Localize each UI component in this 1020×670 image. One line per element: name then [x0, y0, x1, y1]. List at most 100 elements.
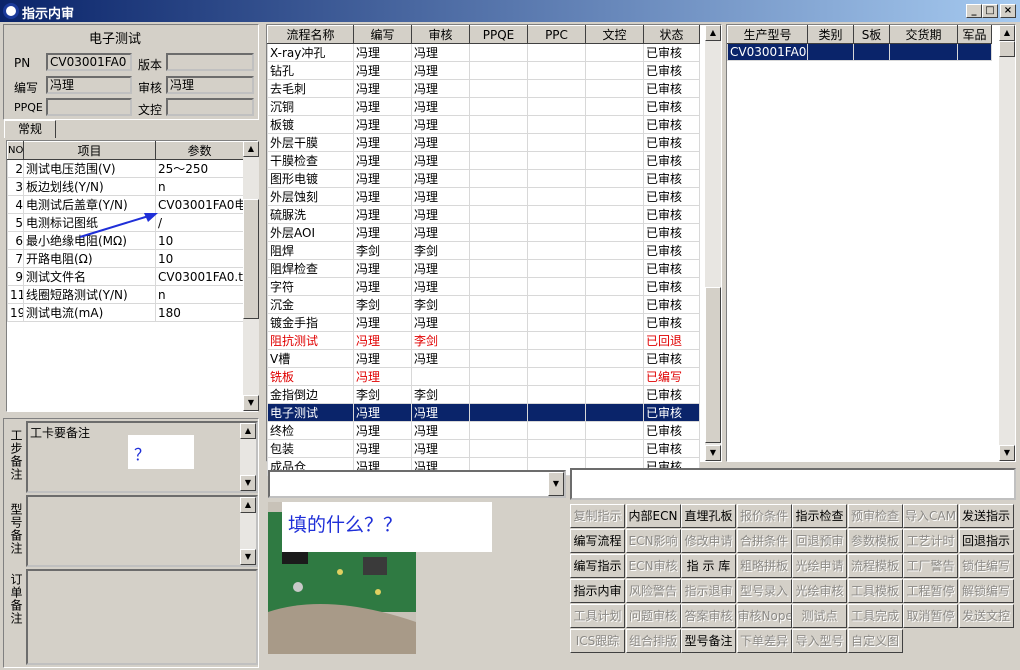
action-button[interactable]: 预审检查 [847, 504, 903, 528]
col-header-author[interactable]: 编写 [353, 25, 412, 44]
action-button[interactable]: 内部ECN [625, 504, 681, 528]
production-scrollbar[interactable]: ▲ ▼ [999, 25, 1015, 461]
col-header-s-board[interactable]: S板 [853, 25, 890, 44]
chevron-down-icon[interactable]: ▼ [548, 472, 564, 496]
action-button[interactable]: 自定义图 [847, 629, 903, 653]
action-button[interactable]: 指示检查 [792, 504, 847, 528]
action-button[interactable]: ECN影响 [625, 529, 681, 553]
action-button[interactable]: 发送指示 [958, 504, 1014, 528]
action-button[interactable]: ECN审核 [625, 554, 681, 578]
table-row[interactable]: 干膜检查 冯理 冯理 已审核 [267, 151, 700, 170]
action-button[interactable]: 流程模板 [847, 554, 903, 578]
action-button[interactable]: 答案审核 [681, 604, 736, 628]
action-button[interactable]: 复制指示 [570, 504, 625, 528]
col-header-ppqe[interactable]: PPQE [469, 25, 528, 44]
table-row[interactable]: 9测试文件名CV03001FA0.tgz [7, 267, 244, 286]
order-notes-field[interactable] [26, 569, 258, 665]
scroll-up-icon[interactable]: ▲ [240, 423, 256, 439]
action-button[interactable]: 指示内审 [570, 579, 625, 603]
flow-scrollbar[interactable]: ▲ ▼ [705, 25, 721, 461]
scroll-down-icon[interactable]: ▼ [243, 395, 259, 411]
table-row[interactable]: V槽 冯理 冯理 已审核 [267, 349, 700, 368]
model-notes-field[interactable]: ▲ ▼ [26, 495, 258, 567]
table-row[interactable]: 2 测试电压范围(V) 25～250 [7, 159, 244, 178]
minimize-button[interactable]: _ [966, 4, 982, 18]
col-header-no[interactable]: NO [7, 141, 24, 160]
col-header-status[interactable]: 状态 [643, 25, 700, 44]
col-header-reviewer[interactable]: 审核 [411, 25, 470, 44]
pn-field[interactable]: CV03001FA0 [46, 53, 132, 71]
search-input[interactable] [570, 468, 1016, 500]
action-button[interactable]: ICS跟踪 [570, 629, 625, 653]
scroll-thumb[interactable] [999, 41, 1015, 57]
action-button[interactable]: 工艺计时 [903, 529, 958, 553]
action-button[interactable]: 风险警告 [625, 579, 681, 603]
action-button[interactable]: 锁住编写 [958, 554, 1014, 578]
action-button[interactable]: 下单差异 [736, 629, 792, 653]
table-row[interactable]: 终检 冯理 冯理 已审核 [267, 421, 700, 440]
action-button[interactable]: 光绘审核 [792, 579, 847, 603]
close-button[interactable]: × [1000, 4, 1016, 18]
maximize-button[interactable]: □ [982, 4, 998, 18]
table-row[interactable]: 11线圈短路测试(Y/N)n [7, 285, 244, 304]
action-button[interactable]: 指 示 库 [681, 554, 736, 578]
table-row[interactable]: 图形电镀 冯理 冯理 已审核 [267, 169, 700, 188]
version-field[interactable] [166, 53, 254, 71]
action-button[interactable]: 直埋孔板 [681, 504, 736, 528]
table-row[interactable]: 板镀 冯理 冯理 已审核 [267, 115, 700, 134]
action-button[interactable]: 导入型号 [792, 629, 847, 653]
col-header-process[interactable]: 流程名称 [267, 25, 354, 44]
table-row[interactable]: 字符 冯理 冯理 已审核 [267, 277, 700, 296]
col-header-param[interactable]: 参数 [155, 141, 244, 160]
scroll-down-icon[interactable]: ▼ [705, 445, 721, 461]
action-button[interactable]: 导入CAM [903, 504, 958, 528]
col-header-model[interactable]: 生产型号 [727, 25, 808, 44]
table-row[interactable]: 去毛刺 冯理 冯理 已审核 [267, 79, 700, 98]
action-button[interactable]: 光绘申请 [792, 554, 847, 578]
col-header-item[interactable]: 项目 [23, 141, 156, 160]
action-button[interactable]: 取消暂停 [903, 604, 958, 628]
table-row[interactable]: 沉金 李剑 李剑 已审核 [267, 295, 700, 314]
table-row[interactable]: X-ray冲孔 冯理 冯理 已审核 [267, 43, 700, 62]
action-button[interactable]: 修改申请 [681, 529, 736, 553]
ppqe-field[interactable] [46, 98, 132, 116]
table-row[interactable]: 钻孔 冯理 冯理 已审核 [267, 61, 700, 80]
action-button[interactable]: 工具模板 [847, 579, 903, 603]
table-row[interactable]: 阻焊 李剑 李剑 已审核 [267, 241, 700, 260]
action-button[interactable]: 发送文控 [958, 604, 1014, 628]
scroll-up-icon[interactable]: ▲ [243, 141, 259, 157]
scroll-down-icon[interactable]: ▼ [240, 475, 256, 491]
table-row[interactable]: 镀金手指 冯理 冯理 已审核 [267, 313, 700, 332]
action-button[interactable]: 编写流程 [570, 529, 625, 553]
action-button[interactable]: 编写指示 [570, 554, 625, 578]
action-button[interactable]: 工程暂停 [903, 579, 958, 603]
action-button[interactable]: 型号备注 [681, 629, 736, 653]
col-header-ppc[interactable]: PPC [527, 25, 586, 44]
action-button[interactable]: 测试点 [792, 604, 847, 628]
scroll-thumb[interactable] [705, 287, 721, 443]
action-button[interactable]: 问题审核 [625, 604, 681, 628]
action-button[interactable]: 工厂警告 [903, 554, 958, 578]
scroll-down-icon[interactable]: ▼ [999, 445, 1015, 461]
action-button[interactable]: 解锁编写 [958, 579, 1014, 603]
table-row[interactable]: 外层AOI 冯理 冯理 已审核 [267, 223, 700, 242]
col-header-doc[interactable]: 文控 [585, 25, 644, 44]
table-row[interactable]: 外层蚀刻 冯理 冯理 已审核 [267, 187, 700, 206]
tab-general[interactable]: 常规 [4, 120, 56, 138]
table-row[interactable]: 阻抗测试 冯理 李剑 已回退 [267, 331, 700, 350]
table-row[interactable]: 硫脲洗 冯理 冯理 已审核 [267, 205, 700, 224]
action-button[interactable]: 报价条件 [736, 504, 792, 528]
table-row[interactable]: 3 板边划线(Y/N) n [7, 177, 244, 196]
table-row[interactable]: 19测试电流(mA)180 [7, 303, 244, 322]
model-notes-scrollbar[interactable]: ▲ ▼ [240, 497, 256, 565]
action-button[interactable]: 回退预审 [792, 529, 847, 553]
process-notes-scrollbar[interactable]: ▲ ▼ [240, 423, 256, 491]
params-scrollbar[interactable]: ▲ ▼ [243, 141, 259, 411]
table-row[interactable]: 铣板 冯理 已编写 [267, 367, 700, 386]
scroll-down-icon[interactable]: ▼ [240, 549, 256, 565]
table-row[interactable]: 阻焊检查 冯理 冯理 已审核 [267, 259, 700, 278]
table-row[interactable]: 包装 冯理 冯理 已审核 [267, 439, 700, 458]
action-button[interactable]: 参数模板 [847, 529, 903, 553]
scroll-thumb[interactable] [243, 199, 259, 319]
table-row[interactable]: 电子测试 冯理 冯理 已审核 [267, 403, 700, 422]
